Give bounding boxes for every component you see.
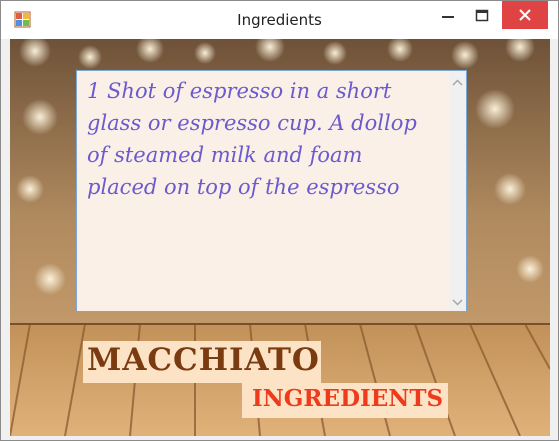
vertical-scrollbar[interactable]: [449, 71, 466, 311]
drink-name-label: MACCHIATO: [83, 341, 321, 383]
ingredients-window: Ingredients 1 Shot of espresso in a shor…: [0, 0, 559, 441]
ingredients-heading-label: INGREDIENTS: [242, 383, 448, 418]
ingredients-text: 1 Shot of espresso in a short glass or e…: [87, 79, 417, 199]
client-area: 1 Shot of espresso in a short glass or e…: [10, 39, 550, 436]
drink-name-text: MACCHIATO: [87, 342, 320, 378]
scroll-up-icon[interactable]: [452, 79, 463, 86]
close-button[interactable]: [502, 1, 548, 29]
minimize-button[interactable]: [431, 1, 465, 31]
title-bar[interactable]: Ingredients: [1, 1, 558, 39]
ingredients-textbox[interactable]: 1 Shot of espresso in a short glass or e…: [76, 70, 467, 312]
scroll-down-icon[interactable]: [452, 299, 463, 306]
minimize-icon: [442, 16, 454, 18]
maximize-icon: [475, 9, 489, 22]
ingredients-heading-text: INGREDIENTS: [252, 385, 444, 412]
maximize-button[interactable]: [465, 1, 499, 31]
close-icon: [519, 9, 531, 21]
